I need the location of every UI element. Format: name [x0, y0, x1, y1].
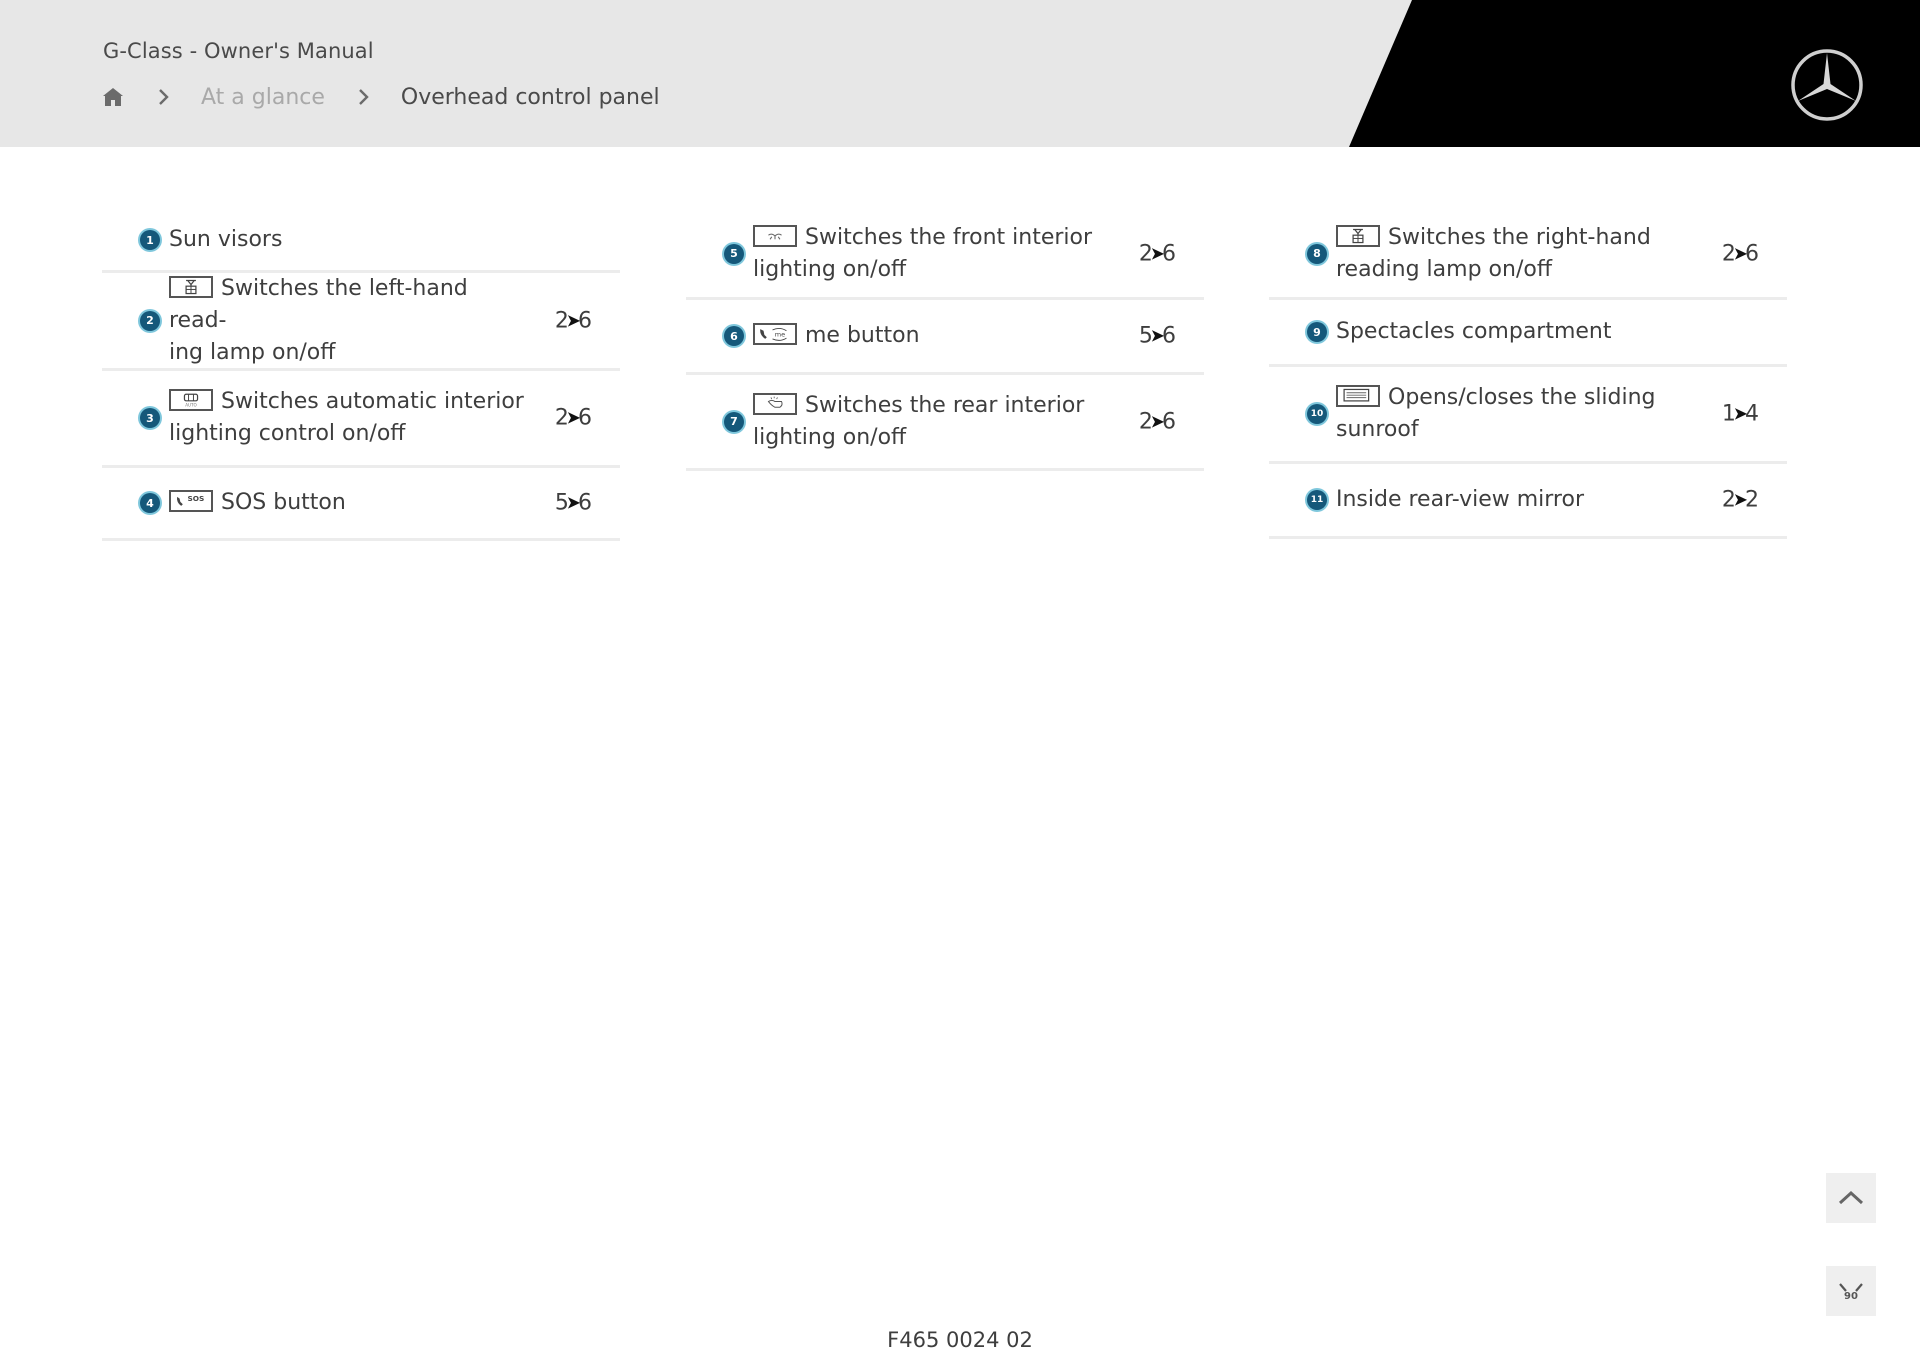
item-label-line: Switches the left-hand read-	[169, 275, 468, 333]
legend-item: 5 Switches the front interior lighting on…	[686, 210, 1204, 300]
item-label-line: Switches the right-hand	[1388, 224, 1651, 250]
item-label-line: Switches the front interior	[805, 224, 1093, 250]
callout-badge: 5	[724, 243, 744, 264]
legend-item: 6 me me button 5➤6	[686, 300, 1204, 375]
item-label-line: ing lamp on/off	[169, 339, 336, 365]
me-call-icon: me	[753, 323, 797, 345]
svg-text:90: 90	[1844, 1291, 1858, 1302]
page-reference-link[interactable]: 2➤6	[555, 308, 592, 333]
arrow-icon: ➤	[565, 492, 581, 514]
legend-column-1: 1 Sun visors 2 Switches the left-hand re…	[102, 210, 620, 541]
arrow-icon: ➤	[1732, 243, 1748, 264]
page-reference-link[interactable]: 2➤6	[1139, 241, 1176, 266]
callout-badge: 4	[140, 493, 160, 513]
legend-item: 3 AUTO Switches automatic interior lightin…	[102, 371, 620, 468]
item-label-line: me button	[805, 323, 920, 348]
collapse-icon: 90	[1839, 1283, 1863, 1302]
left-reading-lamp-icon	[169, 275, 213, 298]
legend-item: 11 Inside rear-view mirror 2➤2	[1269, 464, 1787, 539]
item-label-line: Switches the rear interior	[805, 392, 1085, 418]
callout-badge: 9	[1307, 322, 1327, 342]
auto-interior-lighting-icon: AUTO	[169, 389, 213, 411]
item-label-line: lighting control on/off	[169, 421, 406, 446]
svg-text:AUTO: AUTO	[185, 403, 196, 408]
right-reading-lamp-icon	[1336, 224, 1380, 247]
item-label: Switches the rear interior lighting on/of…	[753, 382, 1113, 462]
item-label-line: lighting on/off	[753, 256, 907, 282]
callout-badge: 2	[140, 310, 160, 331]
callout-badge: 6	[724, 326, 744, 346]
breadcrumb-link-at-a-glance[interactable]: At a glance	[201, 85, 325, 110]
item-label-line: SOS button	[221, 490, 346, 515]
item-label: Switches the front interior lighting on/o…	[753, 214, 1113, 294]
arrow-icon: ➤	[1149, 411, 1165, 432]
manual-title: G-Class - Owner's Manual	[103, 39, 374, 63]
item-label: SOS SOS button	[169, 479, 529, 527]
chevron-right-icon	[355, 85, 373, 109]
chevron-up-icon	[1838, 1190, 1864, 1205]
home-icon[interactable]	[101, 85, 125, 109]
arrow-icon: ➤	[1149, 243, 1165, 264]
breadcrumb: At a glance Overhead control panel	[101, 82, 660, 112]
callout-badge: 3	[140, 408, 160, 428]
page-reference-link[interactable]: 2➤6	[1722, 241, 1759, 266]
figure-code: F465 0024 02	[887, 1328, 1033, 1352]
item-label: Opens/closes the sliding sunroof	[1336, 374, 1696, 454]
svg-text:me: me	[775, 330, 785, 338]
item-label-line: Opens/closes the sliding	[1388, 385, 1656, 410]
legend-item: 7 Switches the rear interior lighting on/…	[686, 375, 1204, 471]
legend-column-3: 8 Switches the right-hand reading lamp on…	[1269, 210, 1787, 539]
mercedes-star-logo[interactable]	[1789, 47, 1865, 123]
arrow-icon: ➤	[565, 310, 581, 331]
arrow-icon: ➤	[1732, 403, 1748, 425]
scroll-to-top-button[interactable]	[1826, 1173, 1876, 1223]
item-label: Switches the left-hand read-ing lamp on/…	[169, 265, 529, 377]
item-label: Spectacles compartment	[1336, 319, 1612, 344]
callout-badge: 1	[140, 230, 160, 250]
legend-item: 8 Switches the right-hand reading lamp on…	[1269, 210, 1787, 300]
page-reference-link[interactable]: 2➤6	[1139, 409, 1176, 434]
svg-text:SOS: SOS	[187, 494, 204, 503]
callout-badge: 10	[1307, 404, 1327, 424]
item-label: Inside rear-view mirror	[1336, 487, 1584, 512]
item-label: Switches the right-hand reading lamp on/o…	[1336, 214, 1696, 294]
legend-item: 4 SOS SOS button 5➤6	[102, 468, 620, 541]
legend-column-2: 5 Switches the front interior lighting on…	[686, 210, 1204, 471]
callout-badge: 7	[724, 411, 744, 432]
page-reference-link[interactable]: 5➤6	[555, 491, 592, 516]
item-label: me me button	[753, 312, 1113, 360]
legend-item: 2 Switches the left-hand read-ing lamp o…	[102, 273, 620, 371]
arrow-icon: ➤	[565, 407, 581, 429]
page-reference-link[interactable]: 2➤2	[1722, 488, 1759, 513]
item-label-line: sunroof	[1336, 417, 1419, 442]
page-reference-link[interactable]: 2➤6	[555, 406, 592, 431]
item-label: AUTO Switches automatic interior lighting …	[169, 378, 529, 458]
item-label-line: reading lamp on/off	[1336, 256, 1552, 282]
page-reference-link[interactable]: 5➤6	[1139, 324, 1176, 349]
callout-badge: 11	[1307, 490, 1327, 510]
legend-item: 10 Opens/closes the sliding sunroof 1➤4	[1269, 367, 1787, 464]
breadcrumb-current: Overhead control panel	[400, 84, 660, 110]
sliding-sunroof-icon	[1336, 385, 1380, 407]
sos-icon: SOS	[169, 490, 213, 512]
chevron-right-icon	[155, 85, 173, 109]
legend-item: 9 Spectacles compartment	[1269, 300, 1787, 367]
collapse-button[interactable]: 90	[1826, 1266, 1876, 1316]
rear-interior-lighting-icon	[753, 392, 797, 415]
front-interior-lighting-icon	[753, 224, 797, 247]
item-label: Sun visors	[169, 227, 283, 252]
item-label-line: lighting on/off	[753, 424, 907, 450]
arrow-icon: ➤	[1149, 325, 1165, 347]
page-reference-link[interactable]: 1➤4	[1722, 402, 1759, 427]
callout-badge: 8	[1307, 243, 1327, 264]
arrow-icon: ➤	[1732, 489, 1748, 511]
item-label-line: Switches automatic interior	[221, 389, 524, 414]
